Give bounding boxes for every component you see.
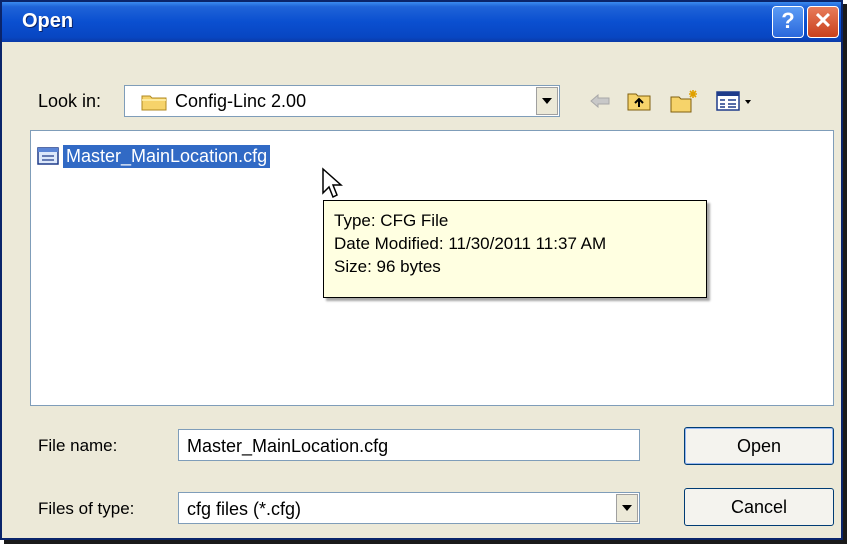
- look-in-value: Config-Linc 2.00: [175, 91, 307, 111]
- file-name-field[interactable]: Master_MainLocation.cfg: [178, 429, 640, 461]
- dialog-title: Open: [22, 10, 74, 32]
- help-button[interactable]: ?: [772, 6, 804, 38]
- new-folder-icon[interactable]: [668, 88, 700, 114]
- file-name-value: Master_MainLocation.cfg: [187, 436, 389, 456]
- view-menu-icon[interactable]: [714, 88, 760, 114]
- look-in-dropdown[interactable]: Config-Linc 2.00: [124, 85, 560, 117]
- files-of-type-label: Files of type:: [38, 499, 135, 518]
- open-button[interactable]: Open: [684, 427, 834, 465]
- file-list[interactable]: Master_MainLocation.cfg Type: CFG File D…: [30, 130, 834, 406]
- cfg-file-icon: [37, 146, 59, 166]
- tooltip-type: Type: CFG File: [334, 211, 449, 230]
- list-item[interactable]: Master_MainLocation.cfg: [37, 143, 271, 169]
- chevron-down-icon[interactable]: [536, 87, 558, 115]
- cancel-button[interactable]: Cancel: [684, 488, 834, 526]
- close-button[interactable]: ✕: [807, 6, 839, 38]
- file-info-tooltip: Type: CFG File Date Modified: 11/30/2011…: [323, 200, 707, 298]
- files-of-type-dropdown[interactable]: cfg files (*.cfg): [178, 492, 640, 524]
- up-folder-icon[interactable]: [624, 88, 654, 114]
- files-of-type-value: cfg files (*.cfg): [187, 499, 302, 519]
- file-name-label: File name:: [38, 436, 118, 455]
- file-name-label: Master_MainLocation.cfg: [63, 144, 271, 168]
- tooltip-date-modified: Date Modified: 11/30/2011 11:37 AM: [334, 234, 607, 253]
- back-arrow-icon[interactable]: [588, 88, 612, 114]
- title-bar[interactable]: Open ? ✕: [2, 2, 841, 42]
- folder-icon: [141, 93, 167, 116]
- look-in-label: Look in:: [38, 91, 102, 111]
- chevron-down-icon[interactable]: [616, 494, 638, 522]
- tooltip-size: Size: 96 bytes: [334, 257, 441, 276]
- open-dialog: Open ? ✕ Look in: Config-Linc 2.00 Maste…: [0, 0, 843, 540]
